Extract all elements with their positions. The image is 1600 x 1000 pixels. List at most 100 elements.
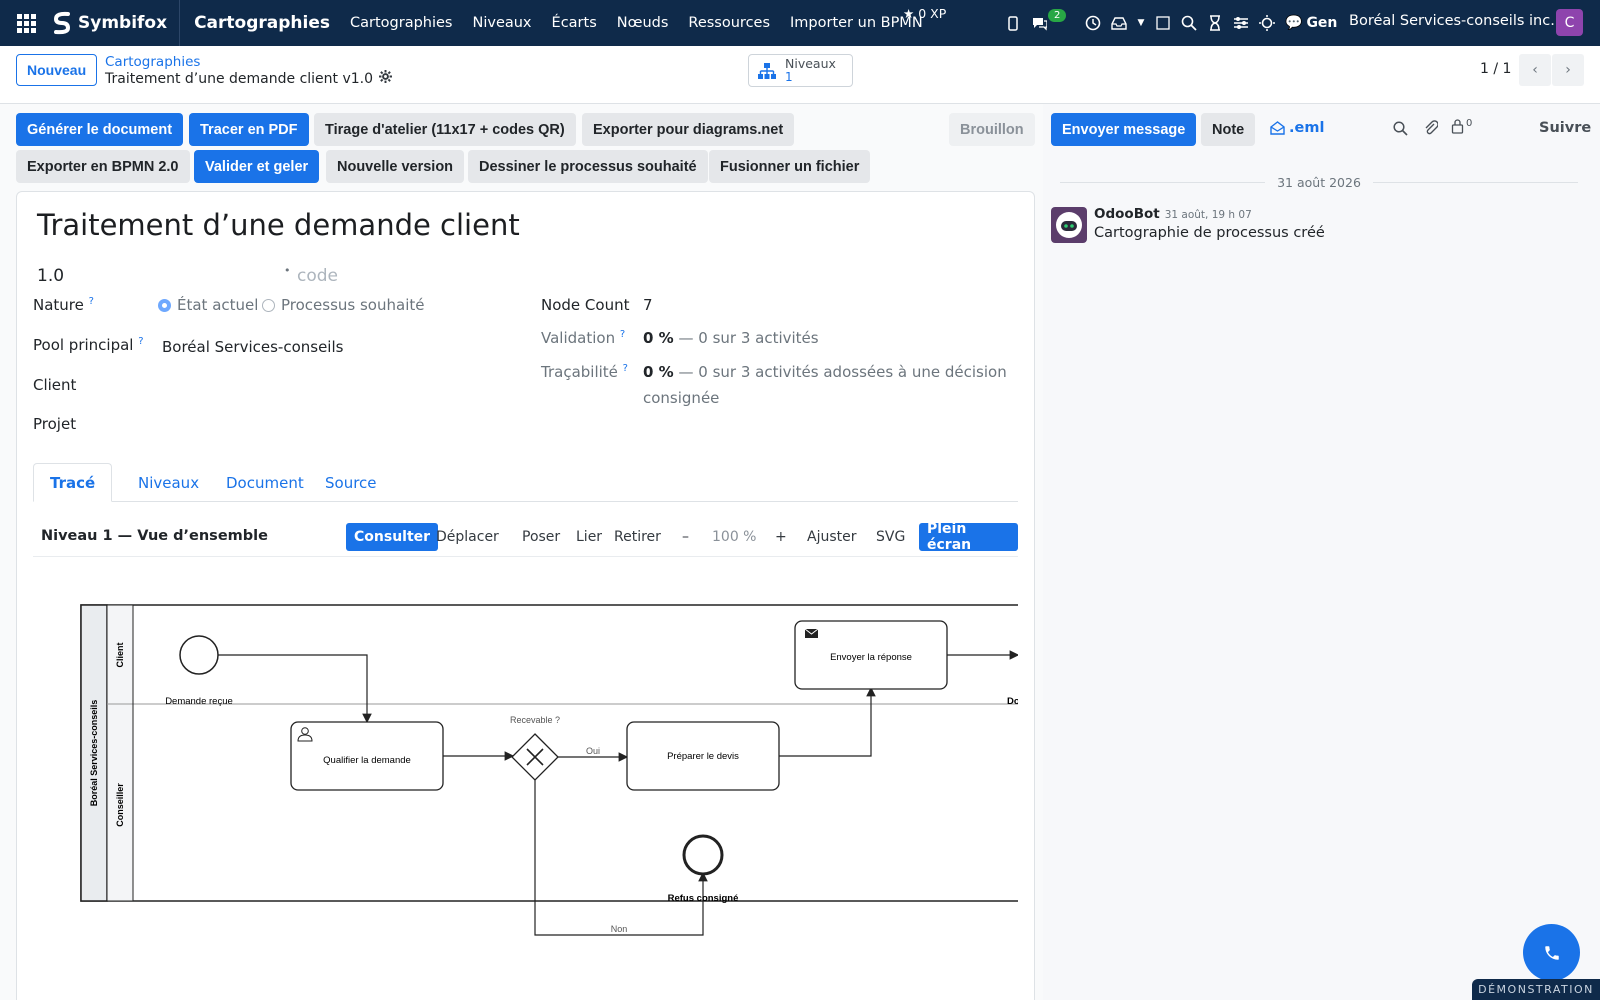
brand-logo[interactable]: Symbifox xyxy=(52,0,181,46)
status-draft-button[interactable]: Brouillon xyxy=(949,113,1035,146)
project-field[interactable] xyxy=(162,415,492,435)
tab-trace[interactable]: Tracé xyxy=(33,463,113,502)
help-tooltip-icon[interactable]: ? xyxy=(138,336,143,347)
end-event-cut-label: Do xyxy=(1007,696,1018,707)
sliders-icon[interactable] xyxy=(1233,15,1249,31)
pool-label-text: Pool principal xyxy=(33,336,134,354)
hourglass-icon[interactable] xyxy=(1207,15,1223,31)
nature-radio-target[interactable]: Processus souhaité xyxy=(262,296,424,314)
tab-niveaux[interactable]: Niveaux xyxy=(122,463,215,502)
menu-item-ressources[interactable]: Ressources xyxy=(688,15,770,31)
send-message-button[interactable]: Envoyer message xyxy=(1051,113,1197,146)
phone-call-button[interactable] xyxy=(1523,924,1580,981)
chat-icon[interactable] xyxy=(1031,15,1047,31)
log-note-button[interactable]: Note xyxy=(1201,113,1256,146)
followers-button[interactable]: 0 xyxy=(1451,118,1472,134)
zoom-out-button[interactable]: – xyxy=(674,523,697,551)
tab-document[interactable]: Document xyxy=(210,463,320,502)
clock-icon[interactable] xyxy=(1085,15,1101,31)
pager-next-button[interactable]: › xyxy=(1552,54,1584,86)
export-svg-button[interactable]: SVG xyxy=(868,523,913,551)
date-separator: 31 août 2026 xyxy=(1060,172,1579,192)
mode-consult-button[interactable]: Consulter xyxy=(346,523,439,551)
grid-icon xyxy=(16,13,36,33)
export-bpmn-button[interactable]: Exporter en BPMN 2.0 xyxy=(16,150,190,183)
company-switcher[interactable]: Boréal Services-conseils inc. xyxy=(1349,13,1555,29)
mode-place-button[interactable]: Poser xyxy=(514,523,568,551)
merge-file-button[interactable]: Fusionner un fichier xyxy=(709,150,871,183)
version-field[interactable]: 1.0 xyxy=(37,266,64,286)
draw-target-process-button[interactable]: Dessiner le processus souhaité xyxy=(468,150,708,183)
export-diagramsnet-button[interactable]: Exporter pour diagrams.net xyxy=(582,113,795,146)
fullscreen-button[interactable]: Plein écran xyxy=(919,521,1018,553)
note-icon[interactable] xyxy=(1155,15,1171,31)
inbox-icon[interactable] xyxy=(1111,15,1127,31)
workshop-print-button[interactable]: Tirage d'atelier (11x17 + codes QR) xyxy=(314,113,576,146)
pool-value[interactable]: Boréal Services-conseils xyxy=(162,338,343,356)
mode-link-button[interactable]: Lier xyxy=(568,523,610,551)
help-tooltip-icon[interactable]: ? xyxy=(623,363,628,374)
node-count-value: 7 xyxy=(643,296,653,314)
validate-freeze-button[interactable]: Valider et geler xyxy=(194,150,320,183)
apps-menu-button[interactable] xyxy=(0,0,52,46)
breadcrumb-parent-link[interactable]: Cartographies xyxy=(105,54,200,70)
menu-item-ecarts[interactable]: Écarts xyxy=(552,15,597,31)
mode-move-button[interactable]: Déplacer xyxy=(428,523,507,551)
levels-stat-button[interactable]: Niveaux 1 xyxy=(748,54,853,87)
help-tooltip-icon[interactable]: ? xyxy=(89,296,94,307)
zoom-level: 100 % xyxy=(712,529,757,545)
record-title[interactable]: Traitement d’une demande client xyxy=(37,208,520,242)
gear-icon[interactable] xyxy=(379,70,393,87)
app-title[interactable]: Cartographies xyxy=(180,13,350,33)
help-tooltip-icon[interactable]: ? xyxy=(620,329,625,340)
zoom-in-button[interactable]: + xyxy=(767,523,795,551)
menu-item-niveaux[interactable]: Niveaux xyxy=(472,15,531,31)
chevron-right-icon: › xyxy=(1565,62,1571,78)
new-record-button[interactable]: Nouveau xyxy=(16,54,98,86)
trace-label-text: Traçabilité xyxy=(541,363,618,381)
levels-stat-value: 1 xyxy=(785,70,793,84)
menu-item-cartographies[interactable]: Cartographies xyxy=(350,15,452,31)
paperclip-icon[interactable] xyxy=(1423,120,1439,140)
project-label: Projet xyxy=(33,415,77,433)
start-event[interactable] xyxy=(179,635,219,675)
radio-unchecked-icon xyxy=(262,299,275,312)
end-event-refused-label: Refus consigné xyxy=(668,893,739,904)
user-avatar[interactable]: C xyxy=(1556,9,1583,36)
top-navbar: Symbifox Cartographies Cartographies Niv… xyxy=(0,0,1600,46)
mobile-icon[interactable] xyxy=(1005,15,1021,31)
nature-opt2-label: Processus souhaité xyxy=(281,296,425,314)
xp-counter[interactable]: ★ 0 XP xyxy=(903,6,946,21)
caret-down-icon[interactable]: ▼ xyxy=(1137,15,1145,31)
chatter-search-icon[interactable] xyxy=(1393,121,1408,140)
trace-pdf-button[interactable]: Tracer en PDF xyxy=(189,113,309,146)
tab-source[interactable]: Source xyxy=(309,463,393,502)
trace-value: 0 % — 0 sur 3 activités adossées à une d… xyxy=(643,359,1013,411)
search-icon[interactable] xyxy=(1181,15,1197,31)
theme-icon[interactable] xyxy=(1259,15,1275,31)
gen-chat-button[interactable]: 💬 Gen xyxy=(1285,15,1337,31)
code-field[interactable]: code xyxy=(297,266,338,286)
menu-item-noeuds[interactable]: Nœuds xyxy=(617,15,669,31)
lane-advisor-label: Conseiller xyxy=(115,783,125,827)
eml-import-button[interactable]: .eml xyxy=(1270,120,1324,136)
validation-label-text: Validation xyxy=(541,329,616,347)
client-field[interactable] xyxy=(162,376,492,396)
generate-document-button[interactable]: Générer le document xyxy=(16,113,184,146)
mode-remove-button[interactable]: Retirer xyxy=(606,523,669,551)
bpmn-canvas[interactable]: Boréal Services-conseils Client Conseill… xyxy=(33,565,1018,1000)
odoobot-avatar[interactable] xyxy=(1051,207,1087,243)
message-header: OdooBot 31 août, 19 h 07 xyxy=(1094,206,1252,222)
pager-value[interactable]: 1 / 1 xyxy=(1480,61,1511,77)
new-version-button[interactable]: Nouvelle version xyxy=(326,150,465,183)
follow-button[interactable]: Suivre xyxy=(1539,120,1591,136)
fit-button[interactable]: Ajuster xyxy=(799,523,865,551)
diagram-level-title: Niveau 1 — Vue d’ensemble xyxy=(41,528,268,544)
nature-radio-current[interactable]: État actuel xyxy=(158,296,258,314)
pager-previous-button[interactable]: ‹ xyxy=(1519,54,1551,86)
systray: ▼ 💬 Gen xyxy=(1005,0,1337,46)
end-event-refused[interactable] xyxy=(682,834,724,876)
trace-detail-2: consignée xyxy=(643,389,720,407)
validation-pct: 0 % xyxy=(643,329,674,347)
message-author[interactable]: OdooBot xyxy=(1094,206,1160,222)
